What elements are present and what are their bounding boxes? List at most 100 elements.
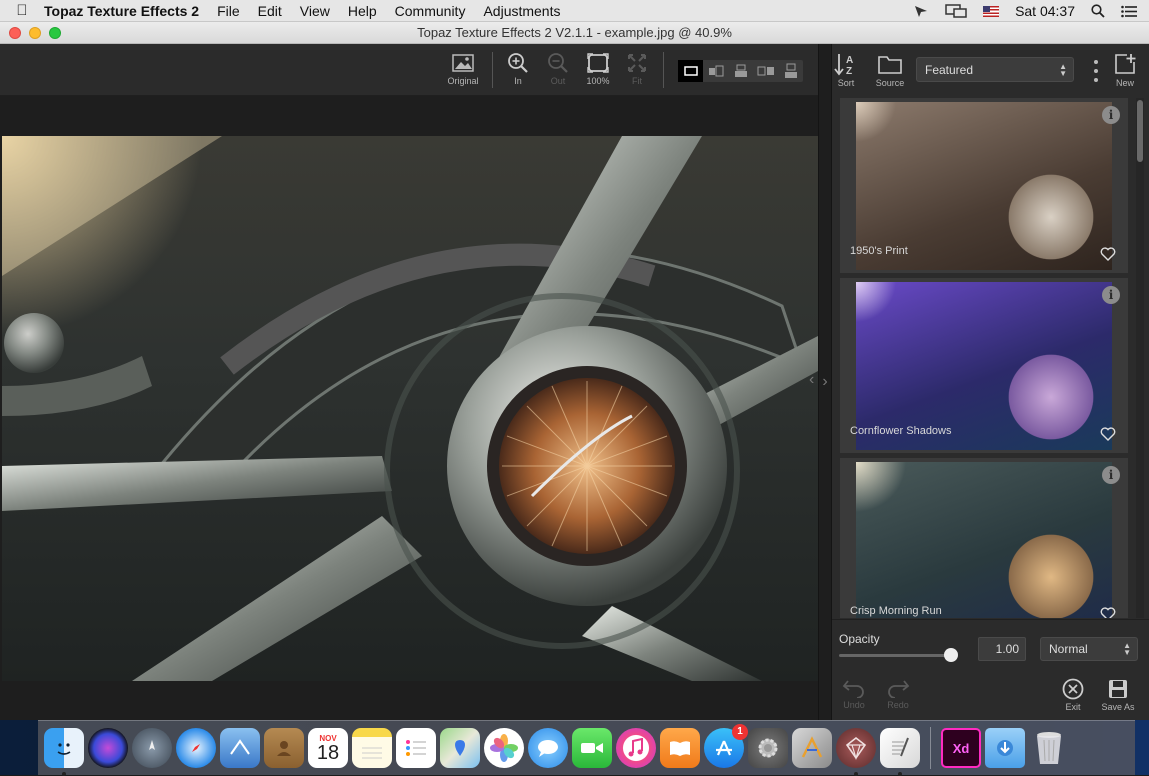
info-icon[interactable]: i [1102, 466, 1120, 484]
split-vertical-view-button[interactable] [703, 60, 728, 82]
info-icon[interactable]: i [1102, 106, 1120, 124]
preset-card[interactable]: i Cornflower Shadows [840, 278, 1128, 453]
trash-icon[interactable] [1029, 728, 1069, 768]
menu-community[interactable]: Community [395, 3, 466, 19]
preset-scrollbar[interactable] [1136, 98, 1144, 618]
window-title: Topaz Texture Effects 2 V2.1.1 - example… [417, 25, 732, 40]
apple-menu-icon[interactable]:  [0, 2, 44, 19]
mail-icon[interactable] [220, 728, 260, 768]
more-options-icon[interactable] [1092, 60, 1100, 82]
clock[interactable]: Sat 04:37 [1015, 3, 1075, 19]
safari-icon[interactable] [176, 728, 216, 768]
original-button[interactable]: Original [441, 50, 485, 86]
zoom-out-button[interactable]: Out [536, 50, 580, 86]
fit-button[interactable]: Fit [615, 50, 659, 86]
siri-icon[interactable] [88, 728, 128, 768]
panel-collapse-handle[interactable]: ‹ › [809, 44, 832, 720]
source-button[interactable]: Source [870, 50, 910, 88]
favorite-heart-icon[interactable] [1100, 427, 1116, 441]
adobe-xd-icon[interactable]: Xd [941, 728, 981, 768]
new-preset-button[interactable]: New [1105, 50, 1145, 88]
notification-center-icon[interactable] [1121, 5, 1137, 18]
stacked-view-icon [784, 63, 797, 78]
maps-icon[interactable] [440, 728, 480, 768]
actual-size-icon [587, 53, 609, 73]
preset-thumbnail [856, 462, 1112, 618]
window-title-bar[interactable]: Topaz Texture Effects 2 V2.1.1 - example… [0, 22, 1149, 44]
save-as-button[interactable]: Save As [1098, 678, 1138, 712]
photos-icon[interactable] [484, 728, 524, 768]
calendar-icon[interactable]: NOV 18 [308, 728, 348, 768]
menu-view[interactable]: View [300, 3, 330, 19]
fit-label: Fit [632, 76, 642, 86]
launchpad-icon[interactable] [132, 728, 172, 768]
preset-card[interactable]: i Crisp Morning Run [840, 458, 1128, 618]
folder-icon [878, 56, 902, 74]
topaz-app-icon[interactable] [836, 728, 876, 776]
single-view-icon [683, 66, 698, 76]
redo-label: Redo [887, 700, 909, 710]
stacked-view-button[interactable] [778, 60, 803, 82]
save-as-label: Save As [1101, 702, 1135, 712]
split-horizontal-view-button[interactable] [728, 60, 753, 82]
opacity-value-field[interactable]: 1.00 [978, 637, 1026, 661]
view-mode-switcher [678, 60, 803, 82]
scrollbar-thumb[interactable] [1137, 100, 1143, 162]
zoom-window-button[interactable] [49, 27, 61, 39]
app-menu[interactable]: Topaz Texture Effects 2 [44, 3, 199, 19]
finder-icon[interactable] [44, 728, 84, 776]
favorite-heart-icon[interactable] [1100, 247, 1116, 261]
side-by-side-view-button[interactable] [753, 60, 778, 82]
app-store-badge: 1 [732, 724, 748, 740]
opacity-slider-knob[interactable] [944, 648, 958, 662]
itunes-icon[interactable] [616, 728, 656, 768]
exit-button[interactable]: Exit [1053, 678, 1093, 712]
steering-wheel-image [2, 136, 818, 681]
single-view-button[interactable] [678, 60, 703, 82]
messages-icon[interactable] [528, 728, 568, 768]
blend-mode-select[interactable]: Normal ▲ ▼ [1040, 637, 1138, 661]
spotlight-search-icon[interactable] [1091, 4, 1105, 18]
preset-card[interactable]: i 1950's Print [840, 98, 1128, 273]
input-source-flag-icon[interactable] [983, 5, 1000, 17]
notes-icon[interactable] [352, 728, 392, 768]
menu-bar:  Topaz Texture Effects 2 File Edit View… [0, 0, 1149, 22]
preview-photo[interactable] [2, 136, 818, 681]
redo-button[interactable]: Redo [878, 678, 918, 710]
info-icon[interactable]: i [1102, 286, 1120, 304]
contacts-icon[interactable] [264, 728, 304, 768]
downloads-folder-icon[interactable] [985, 728, 1025, 768]
chevron-left-icon[interactable]: ‹ [809, 371, 814, 389]
preset-panel: AZ Sort Source Featured ▲ ▼ New i 1950's … [832, 44, 1149, 720]
display-icon[interactable] [945, 4, 967, 18]
zoom-in-button[interactable]: In [496, 50, 540, 86]
facetime-icon[interactable] [572, 728, 612, 768]
menu-edit[interactable]: Edit [258, 3, 282, 19]
svg-text:Z: Z [846, 66, 852, 76]
reminders-icon[interactable] [396, 728, 436, 768]
menu-file[interactable]: File [217, 3, 240, 19]
sort-label: Sort [837, 78, 855, 88]
textedit-icon[interactable] [880, 728, 920, 776]
dock-separator [930, 727, 931, 769]
ibooks-icon[interactable] [660, 728, 700, 768]
location-icon[interactable] [913, 4, 929, 18]
minimize-window-button[interactable] [29, 27, 41, 39]
menu-adjustments[interactable]: Adjustments [483, 3, 560, 19]
undo-icon [842, 680, 864, 699]
actual-size-button[interactable]: 100% [576, 50, 620, 86]
menu-help[interactable]: Help [348, 3, 377, 19]
close-window-button[interactable] [9, 27, 21, 39]
zoom-in-label: In [514, 76, 522, 86]
app-store-icon[interactable]: 1 [704, 724, 748, 768]
undo-button[interactable]: Undo [834, 678, 874, 710]
preset-name: 1950's Print [850, 245, 908, 257]
favorite-heart-icon[interactable] [1100, 607, 1116, 618]
chevron-right-icon[interactable]: › [822, 373, 827, 391]
instruments-icon[interactable] [792, 728, 832, 768]
image-canvas[interactable] [0, 96, 818, 720]
system-preferences-icon[interactable] [748, 728, 788, 768]
category-select[interactable]: Featured ▲ ▼ [916, 57, 1074, 82]
sort-button[interactable]: AZ Sort [826, 50, 866, 88]
opacity-slider[interactable] [839, 654, 957, 657]
